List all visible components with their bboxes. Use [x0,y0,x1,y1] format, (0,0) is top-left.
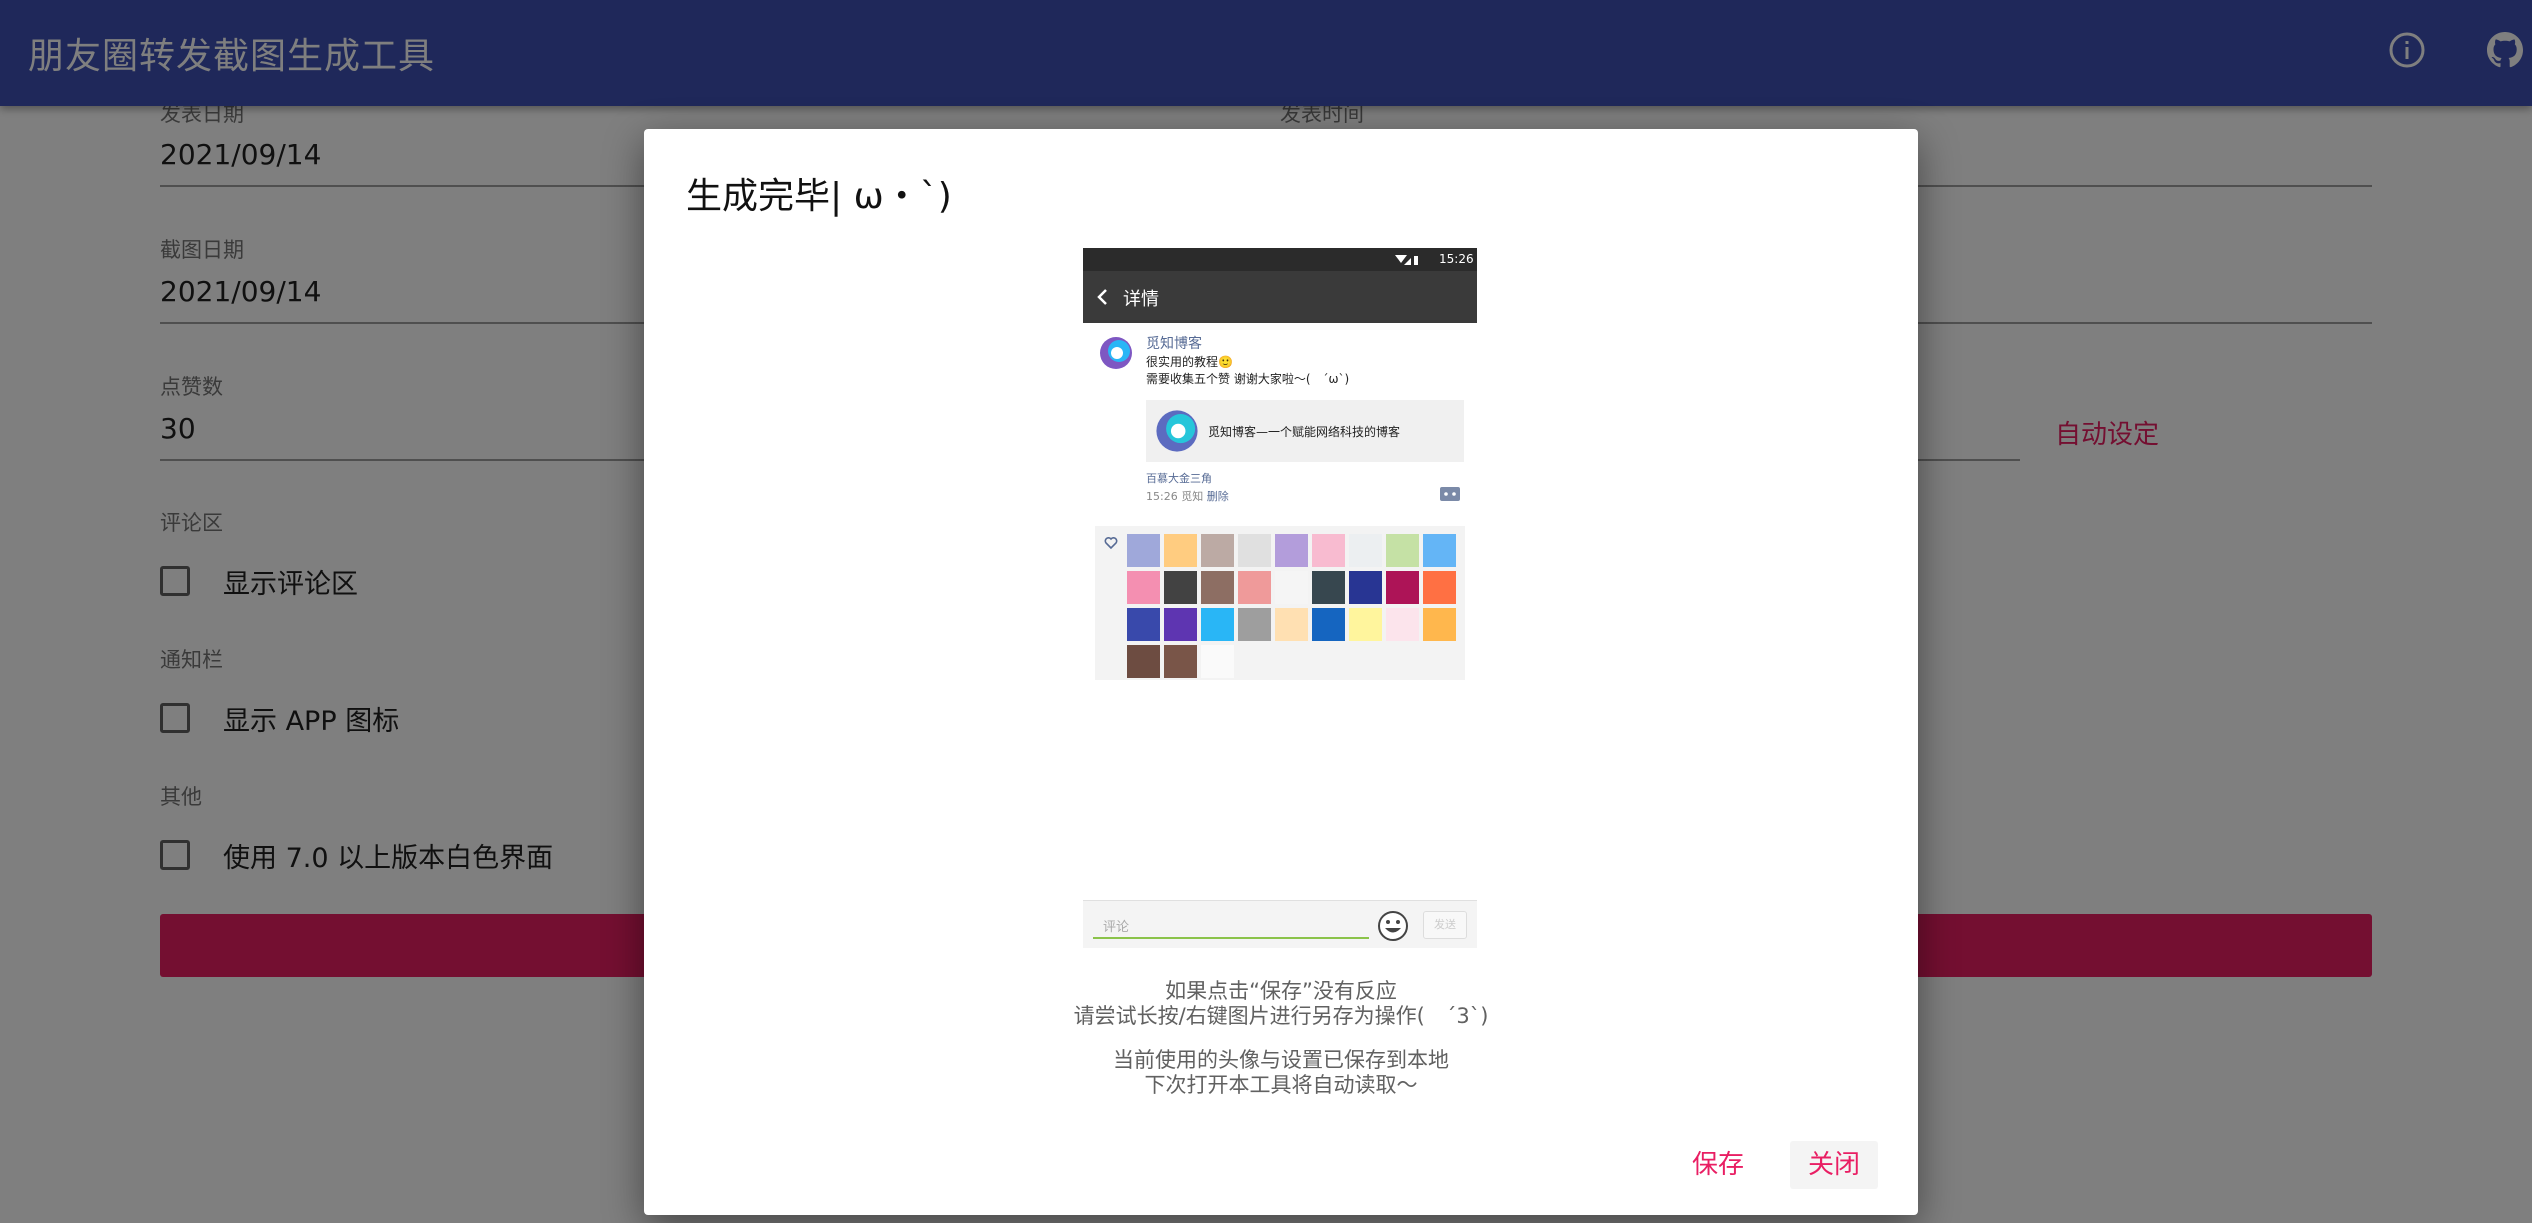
storage-hint-line2: 下次打开本工具将自动读取～ [1144,1073,1418,1097]
preview-send-button: 发送 [1423,911,1467,939]
author-avatar [1097,334,1135,372]
liker-avatar [1201,571,1234,604]
close-button[interactable]: 关闭 [1790,1141,1879,1189]
liker-avatar [1349,608,1382,641]
liker-avatar [1312,534,1345,567]
save-button[interactable]: 保存 [1674,1141,1762,1189]
liker-avatar [1127,534,1160,567]
liker-avatar [1386,608,1419,641]
preview-post-time-text: 15:26 觅知 [1146,490,1204,503]
liker-avatar [1275,571,1308,604]
preview-link-card: 觅知博客—一个赋能网络科技的博客 [1146,400,1464,462]
heart-icon [1104,537,1118,550]
preview-nav-bar: 详情 [1083,271,1477,323]
liker-avatar [1423,608,1456,641]
save-hint-line2: 请尝试长按/右键图片进行另存为操作( ´3`) [1073,1004,1489,1028]
preview-text-line2: 需要收集五个赞 谢谢大家啦～( ´ω`) [1146,372,1350,386]
preview-author-name: 觅知博客 [1146,336,1202,352]
liker-avatar [1164,608,1197,641]
liker-avatar [1275,534,1308,567]
result-dialog: 生成完毕| ω・`) 15:26 详情 觅知博客 很实用的教程🙂 需要收集五个赞… [644,129,1918,1215]
signal-battery-icon [1395,255,1418,265]
liker-avatar [1201,645,1234,678]
liker-avatar [1201,534,1234,567]
liker-avatar [1238,534,1271,567]
emoji-icon [1378,911,1408,941]
storage-hint-line1: 当前使用的头像与设置已保存到本地 [1113,1048,1449,1072]
preview-likes-panel [1095,526,1465,680]
preview-location: 百慕大金三角 [1146,472,1212,485]
preview-comment-input: 评论 [1093,911,1369,939]
preview-delete-link: 删除 [1206,490,1229,503]
liker-avatar [1201,608,1234,641]
preview-status-bar: 15:26 [1083,248,1477,271]
liker-avatar [1386,571,1419,604]
liker-avatar [1127,608,1160,641]
liker-avatar [1386,534,1419,567]
liker-avatar [1164,571,1197,604]
preview-nav-title: 详情 [1123,289,1159,310]
liker-avatar [1164,645,1197,678]
liker-avatar [1238,608,1271,641]
liker-avatar [1349,571,1382,604]
liker-avatar [1312,608,1345,641]
liker-avatar [1423,571,1456,604]
preview-comment-placeholder: 评论 [1103,920,1130,935]
generated-screenshot-image[interactable]: 15:26 详情 觅知博客 很实用的教程🙂 需要收集五个赞 谢谢大家啦～( ´ω… [1083,248,1477,948]
preview-text-line1: 很实用的教程🙂 [1146,355,1233,369]
liker-avatar [1349,534,1382,567]
liker-avatar [1127,571,1160,604]
preview-link-title: 觅知博客—一个赋能网络科技的博客 [1208,425,1401,439]
comment-bubble-icon [1440,487,1460,501]
save-hint-line1: 如果点击“保存”没有反应 [1165,979,1397,1003]
liker-avatar [1164,534,1197,567]
liker-avatar [1312,571,1345,604]
preview-comment-bar: 评论 发送 [1083,900,1477,948]
link-card-logo [1156,410,1198,452]
back-arrow-icon [1097,289,1107,305]
liker-avatar [1275,608,1308,641]
preview-status-time: 15:26 [1439,252,1474,266]
preview-post-time: 15:26 觅知 删除 [1146,488,1229,504]
liker-avatar [1127,645,1160,678]
liker-avatar [1423,534,1456,567]
liker-avatar [1238,571,1271,604]
dialog-title: 生成完毕| ω・`) [686,176,952,217]
